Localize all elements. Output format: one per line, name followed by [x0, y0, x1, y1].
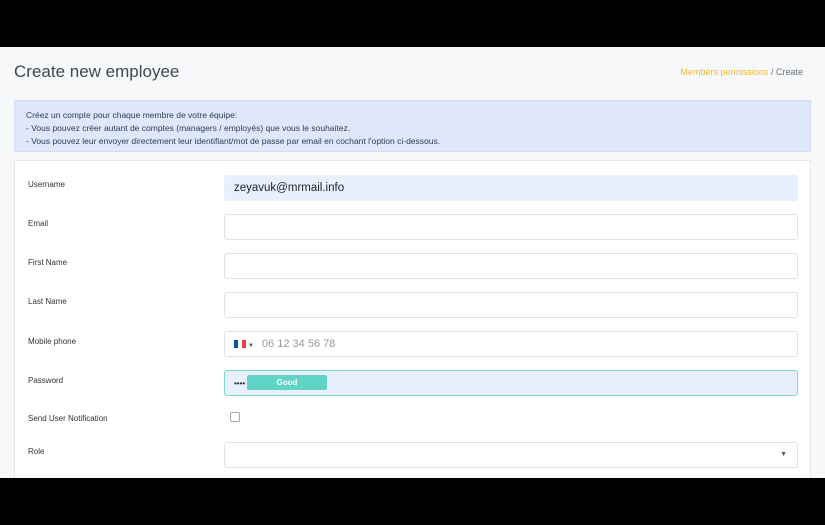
breadcrumb-current: Create [775, 67, 803, 77]
employee-form: Username zeyavuk@mrmail.info Email First… [14, 160, 811, 478]
france-flag-icon[interactable] [234, 340, 246, 349]
password-label: Password [28, 376, 64, 385]
role-select[interactable]: ▼ [224, 442, 798, 468]
mobile-placeholder: 06 12 34 56 78 [261, 338, 336, 350]
mobile-input[interactable]: ▼ 06 12 34 56 78 [224, 331, 798, 357]
info-alert: Créez un compte pour chaque membre de vo… [14, 100, 811, 152]
username-label: Username [28, 180, 65, 189]
first-name-label: First Name [28, 258, 68, 267]
mobile-label: Mobile phone [28, 337, 77, 346]
page: Create new employee Members permissions … [0, 47, 825, 478]
last-name-input[interactable] [224, 292, 798, 318]
notify-checkbox[interactable] [230, 412, 240, 422]
breadcrumb: Members permissions / Create [680, 67, 803, 77]
info-line: Créez un compte pour chaque membre de vo… [26, 110, 238, 120]
breadcrumb-sep: / [770, 67, 774, 77]
email-label: Email [28, 219, 49, 228]
chevron-down-icon: ▼ [248, 343, 254, 349]
notify-label: Send User Notification [28, 414, 108, 423]
chevron-down-icon: ▼ [780, 451, 787, 458]
username-input[interactable]: zeyavuk@mrmail.info [224, 175, 798, 201]
info-line: - Vous pouvez créer autant de comptes (m… [26, 123, 351, 133]
role-label: Role [28, 447, 45, 456]
email-input[interactable] [224, 214, 798, 240]
first-name-input[interactable] [224, 253, 798, 279]
password-mask: •••• [234, 379, 246, 388]
breadcrumb-members-permissions[interactable]: Members permissions [680, 67, 768, 77]
password-strength-meter: Good [247, 375, 327, 390]
info-line: - Vous pouvez leur envoyer directement l… [26, 136, 441, 146]
last-name-label: Last Name [28, 297, 67, 306]
password-input[interactable]: •••• Good [224, 370, 798, 396]
page-title: Create new employee [14, 62, 180, 81]
